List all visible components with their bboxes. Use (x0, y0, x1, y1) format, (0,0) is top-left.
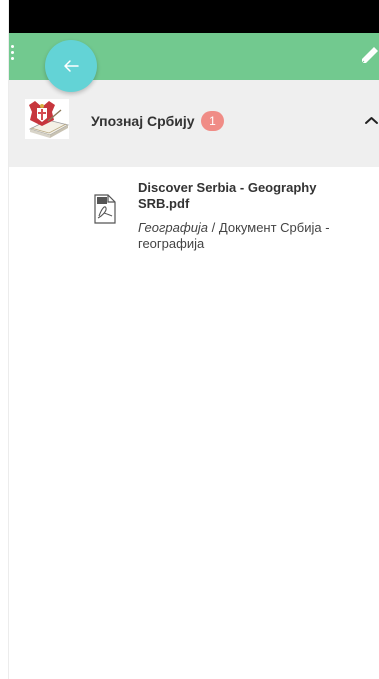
notification-count-badge: 1 (201, 111, 224, 131)
pencil-icon[interactable] (359, 44, 379, 66)
file-category: Географија (138, 220, 209, 235)
course-section-header[interactable]: Упознај Србију 1 (0, 80, 379, 167)
serbia-coat-of-arms-book-image (25, 99, 70, 139)
file-path: Географија / Документ Србија - географиј… (138, 220, 364, 252)
file-name: Discover Serbia - Geography SRB.pdf (138, 180, 317, 211)
pdf-file-list-item[interactable]: Discover Serbia - Geography SRB.pdf Геог… (92, 180, 372, 270)
course-screen: Упознај Србију 1 Discover Serbia - Geogr… (0, 0, 379, 679)
chevron-up-icon[interactable] (364, 114, 379, 126)
more-vertical-icon[interactable] (10, 45, 16, 65)
status-bar (0, 0, 379, 33)
section-title: Упознај Србију (91, 113, 195, 129)
path-separator: / (208, 220, 219, 235)
back-button[interactable] (45, 40, 97, 92)
pdf-file-icon (94, 194, 116, 224)
navigation-drawer-edge[interactable] (0, 0, 9, 679)
arrow-left-icon (64, 60, 79, 72)
